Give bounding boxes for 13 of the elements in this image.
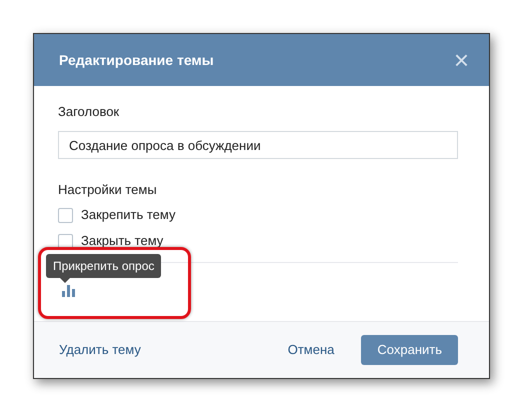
- tooltip: Прикрепить опрос: [46, 254, 162, 283]
- bar-chart-icon[interactable]: [62, 285, 76, 297]
- delete-link[interactable]: Удалить тему: [59, 340, 141, 360]
- save-button[interactable]: Сохранить: [361, 335, 458, 365]
- field-label: Заголовок: [58, 103, 120, 120]
- checkbox[interactable]: [58, 208, 73, 222]
- checkbox-label: Закрыть тему: [81, 232, 164, 250]
- window-title: Редактирование темы: [59, 50, 214, 70]
- checkbox[interactable]: [58, 234, 73, 248]
- section-heading: Настройки темы: [58, 181, 158, 198]
- cancel-button[interactable]: Отмена: [288, 340, 334, 360]
- checkbox-label: Закрепить тему: [81, 206, 176, 224]
- title-field[interactable]: Создание опроса в обсуждении: [58, 131, 458, 159]
